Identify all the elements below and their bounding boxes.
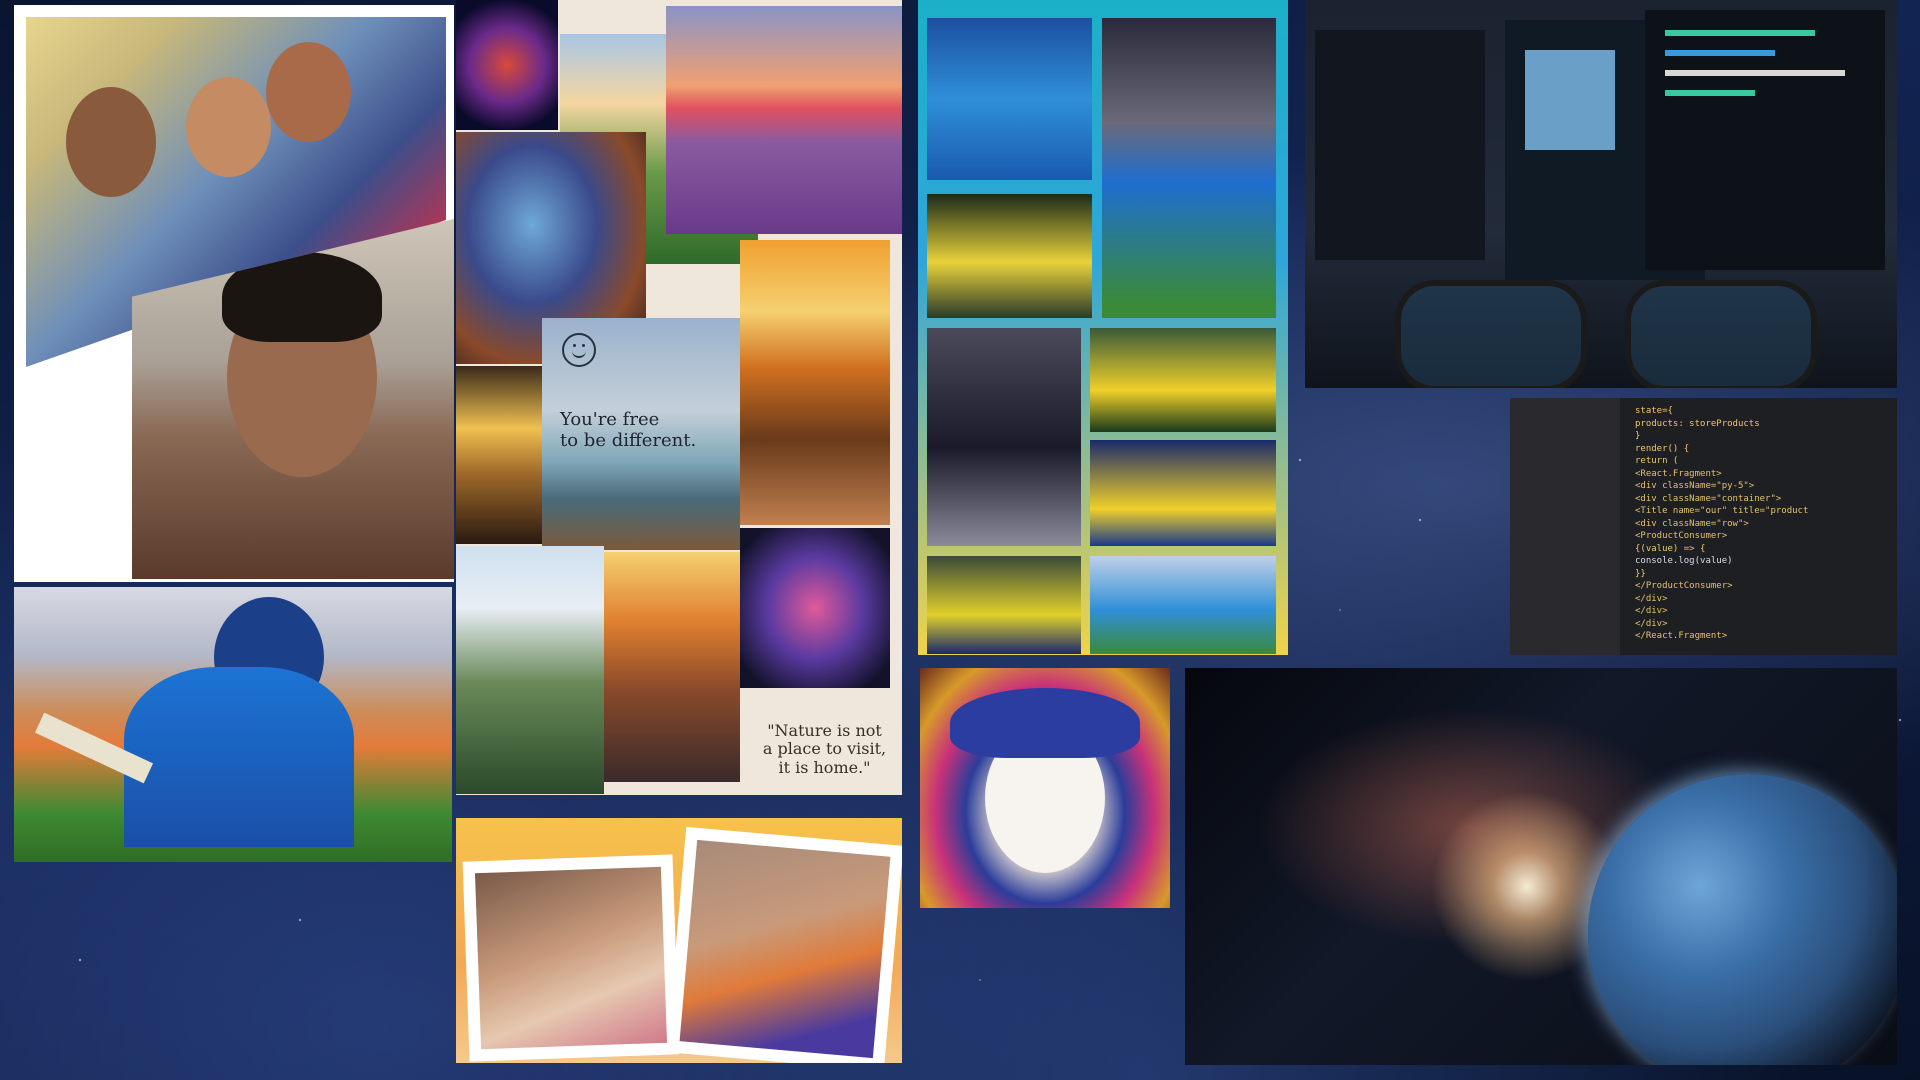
cricket-player-photo-1 bbox=[927, 18, 1092, 180]
cricket-player-photo-6 bbox=[927, 556, 1081, 654]
code-line: console.log(value) bbox=[1635, 556, 1733, 566]
cricket-player-photo-5 bbox=[1090, 440, 1276, 546]
code-bar bbox=[1665, 90, 1755, 96]
code-line: </div> bbox=[1635, 606, 1668, 616]
code-bar bbox=[1665, 30, 1815, 36]
code-line: </div> bbox=[1635, 618, 1668, 629]
face-mother bbox=[266, 42, 351, 142]
monitor-right bbox=[1645, 10, 1885, 270]
cricket-player-photo-2 bbox=[1102, 18, 1276, 318]
quote-2-line-3: it is home." bbox=[778, 757, 871, 777]
cricket-photo-grid bbox=[918, 0, 1288, 655]
quote-nature-is-home: "Nature is not a place to visit, it is h… bbox=[757, 721, 892, 777]
glasses-right-lens bbox=[1625, 280, 1817, 388]
code-screen-glasses-photo bbox=[1305, 0, 1897, 388]
nebula-photo-1 bbox=[456, 0, 558, 130]
code-line: </ProductConsumer> bbox=[1635, 581, 1733, 591]
mother-baby-photo-1 bbox=[474, 866, 668, 1050]
krishna-idol-photo bbox=[920, 668, 1170, 908]
code-line: <Title name="our" title="product bbox=[1635, 506, 1809, 516]
cricket-player-photo-7 bbox=[1090, 556, 1276, 654]
code-line: }} bbox=[1635, 568, 1646, 579]
nature-mood-board bbox=[456, 0, 902, 795]
code-line: {(value) => { bbox=[1635, 543, 1706, 554]
ocean-sunset-photo bbox=[740, 240, 890, 525]
quote-free-to-be-different: You're free to be different. bbox=[560, 409, 697, 451]
quote-2-line-1: "Nature is not bbox=[767, 721, 882, 740]
editor-sidebar bbox=[1510, 398, 1620, 655]
quote-1-line-1: You're free bbox=[560, 409, 660, 430]
code-line: <React.Fragment> bbox=[1635, 468, 1722, 479]
code-line: <div className="py-5"> bbox=[1635, 481, 1755, 491]
mountain-forest-photo bbox=[456, 546, 604, 794]
canyon-sunset-photo bbox=[604, 552, 740, 782]
monitor-left bbox=[1315, 30, 1485, 260]
cricket-player-photo-4 bbox=[1090, 328, 1276, 432]
cricket-poster-image bbox=[14, 587, 452, 862]
quote-2-line-2: a place to visit, bbox=[762, 739, 887, 759]
family-photo-collage bbox=[14, 5, 454, 582]
code-editor-photo: state={ products: storeProducts} render()… bbox=[1510, 398, 1897, 655]
flower-field-sunset-photo bbox=[666, 6, 902, 234]
code-line: } bbox=[1635, 431, 1641, 441]
mother-child-photo-2 bbox=[679, 839, 891, 1059]
quote-1-line-2: to be different. bbox=[560, 429, 697, 451]
trophy-photo bbox=[927, 328, 1081, 546]
code-line: state={ bbox=[1635, 406, 1673, 416]
polaroid-photo-1 bbox=[462, 854, 680, 1062]
galaxy-photo bbox=[740, 528, 890, 688]
polaroid-photo-2 bbox=[666, 826, 902, 1063]
code-line: <ProductConsumer> bbox=[1635, 531, 1728, 541]
face-child bbox=[186, 77, 271, 177]
cricket-player-photo-3 bbox=[927, 194, 1092, 318]
code-line: products: storeProducts bbox=[1635, 418, 1760, 429]
code-line: </div> bbox=[1635, 593, 1668, 604]
childhood-photos-frame bbox=[456, 818, 902, 1063]
jersey-shape bbox=[124, 667, 354, 847]
idol-crown bbox=[950, 688, 1140, 758]
code-bar bbox=[1665, 70, 1845, 76]
code-line: <div className="row"> bbox=[1635, 518, 1749, 529]
code-line: <div className="container"> bbox=[1635, 493, 1782, 504]
code-line: </React.Fragment> bbox=[1635, 631, 1728, 641]
code-line: render() { bbox=[1635, 443, 1690, 454]
space-earth-photo bbox=[1185, 668, 1897, 1065]
face-father bbox=[66, 87, 156, 197]
code-line: return ( bbox=[1635, 456, 1679, 466]
glasses-left-lens bbox=[1395, 280, 1587, 388]
earth-planet bbox=[1588, 774, 1897, 1065]
waterfall-sunrise-photo bbox=[456, 366, 542, 544]
code-bar bbox=[1665, 50, 1775, 56]
smiley-icon bbox=[562, 333, 596, 367]
video-thumbnail bbox=[1525, 50, 1615, 150]
